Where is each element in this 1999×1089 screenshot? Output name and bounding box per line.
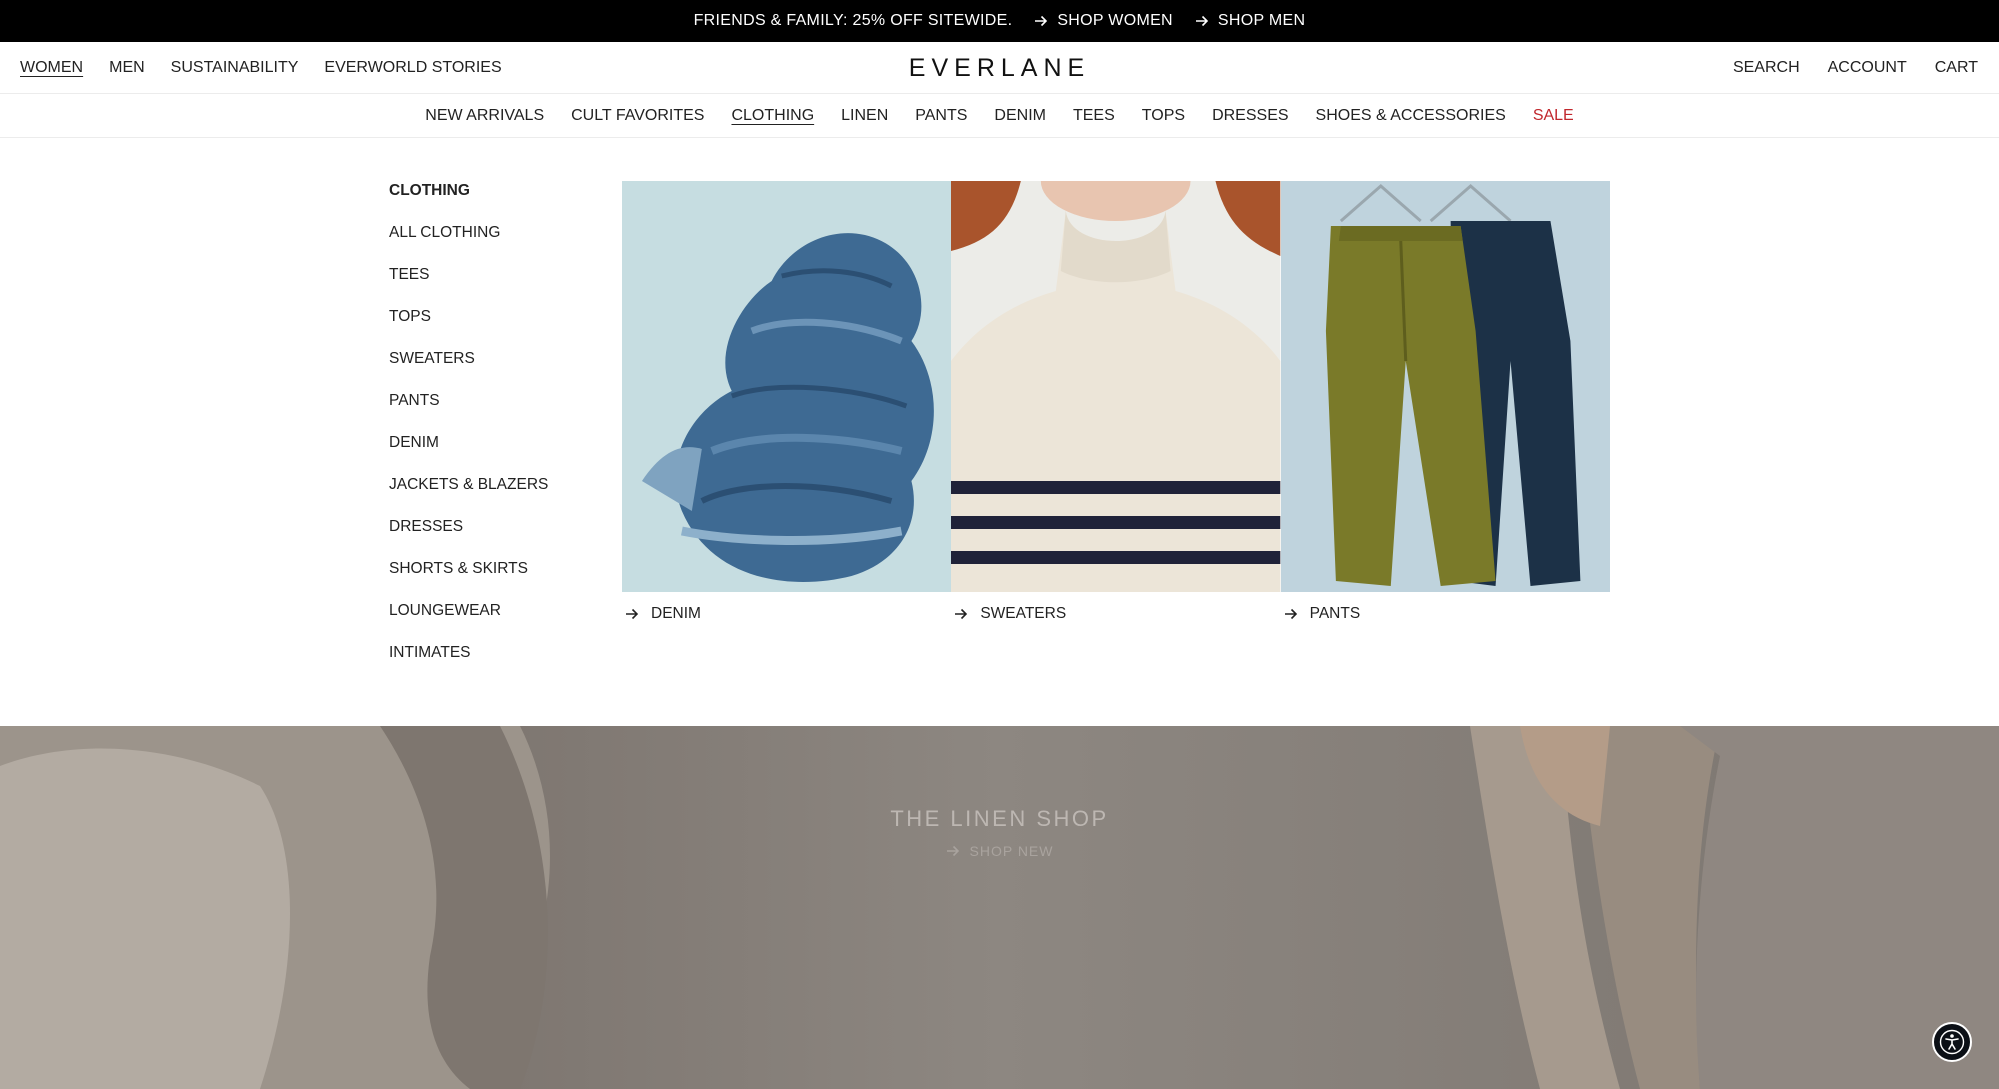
submenu-item-all-clothing[interactable]: ALL CLOTHING [389,224,548,241]
arrow-right-icon [946,845,960,857]
arrow-right-icon [1195,15,1209,27]
search-link[interactable]: SEARCH [1733,59,1800,77]
submenu-item-tees[interactable]: TEES [389,266,548,283]
submenu-item-loungewear[interactable]: LOUNGEWEAR [389,602,548,619]
submenu-heading[interactable]: CLOTHING [389,182,548,199]
arrow-right-icon [1034,15,1048,27]
hero-image [0,726,1999,1089]
featured-tiles [622,181,1610,592]
submenu-item-shorts-skirts[interactable]: SHORTS & SKIRTS [389,560,548,577]
shop-men-label: SHOP MEN [1217,12,1306,29]
cat-pants[interactable]: PANTS [915,107,967,125]
accessibility-icon [1939,1029,1965,1055]
cat-linen[interactable]: LINEN [841,107,888,125]
arrow-right-icon [954,608,968,620]
submenu-item-tops[interactable]: TOPS [389,308,548,325]
denim-tile-image[interactable] [622,181,952,592]
hero-title: THE LINEN SHOP [890,806,1109,831]
primary-nav: WOMEN MEN SUSTAINABILITY EVERWORLD STORI… [20,42,502,94]
cat-dresses[interactable]: DRESSES [1212,107,1288,125]
clothing-submenu: CLOTHING ALL CLOTHING TEES TOPS SWEATERS… [389,182,548,661]
site-header: WOMEN MEN SUSTAINABILITY EVERWORLD STORI… [0,42,1999,94]
cat-shoes-accessories[interactable]: SHOES & ACCESSORIES [1316,107,1506,125]
cat-sale[interactable]: SALE [1533,107,1574,125]
shop-new-label: SHOP NEW [969,843,1054,859]
submenu-item-jackets-blazers[interactable]: JACKETS & BLAZERS [389,476,548,493]
tile-labels: DENIM SWEATERS PANTS [622,605,1610,623]
utility-nav: SEARCH ACCOUNT CART [1733,42,1978,94]
shop-women-link[interactable]: SHOP WOMEN [1034,12,1173,30]
nav-women[interactable]: WOMEN [20,59,83,77]
denim-tile-link[interactable]: DENIM [622,605,951,623]
shop-men-link[interactable]: SHOP MEN [1195,12,1305,30]
submenu-item-dresses[interactable]: DRESSES [389,518,548,535]
cat-cult-favorites[interactable]: CULT FAVORITES [571,107,704,125]
promo-bar: FRIENDS & FAMILY: 25% OFF SITEWIDE. SHOP… [0,0,1999,42]
cat-denim[interactable]: DENIM [994,107,1046,125]
nav-everworld-stories[interactable]: EVERWORLD STORIES [324,59,501,77]
arrow-right-icon [1284,608,1298,620]
cat-clothing[interactable]: CLOTHING [731,107,814,125]
sweaters-tile-label: SWEATERS [980,605,1067,622]
arrow-right-icon [625,608,639,620]
cat-tops[interactable]: TOPS [1142,107,1185,125]
submenu-item-intimates[interactable]: INTIMATES [389,644,548,661]
accessibility-button[interactable] [1932,1022,1972,1062]
cat-tees[interactable]: TEES [1073,107,1115,125]
submenu-item-pants[interactable]: PANTS [389,392,548,409]
clothing-dropdown-panel: CLOTHING ALL CLOTHING TEES TOPS SWEATERS… [0,138,1999,726]
pants-tile-link[interactable]: PANTS [1281,605,1610,623]
pants-tile-image[interactable] [1280,181,1610,592]
submenu-item-sweaters[interactable]: SWEATERS [389,350,548,367]
nav-sustainability[interactable]: SUSTAINABILITY [171,59,299,77]
sweaters-tile-image[interactable] [951,181,1281,592]
shop-new-link[interactable]: SHOP NEW [0,843,1999,859]
account-link[interactable]: ACCOUNT [1828,59,1907,77]
cart-link[interactable]: CART [1935,59,1978,77]
denim-tile-label: DENIM [651,605,701,622]
category-nav: NEW ARRIVALS CULT FAVORITES CLOTHING LIN… [0,94,1999,138]
promo-text: FRIENDS & FAMILY: 25% OFF SITEWIDE. [693,12,1013,29]
shop-women-label: SHOP WOMEN [1057,12,1173,29]
sweaters-tile-link[interactable]: SWEATERS [951,605,1280,623]
linen-shop-hero: THE LINEN SHOP SHOP NEW [0,726,1999,1089]
cat-new-arrivals[interactable]: NEW ARRIVALS [425,107,544,125]
nav-men[interactable]: MEN [109,59,145,77]
everlane-logo[interactable]: EVERLANE [909,54,1090,83]
submenu-item-denim[interactable]: DENIM [389,434,548,451]
pants-tile-label: PANTS [1309,605,1361,622]
